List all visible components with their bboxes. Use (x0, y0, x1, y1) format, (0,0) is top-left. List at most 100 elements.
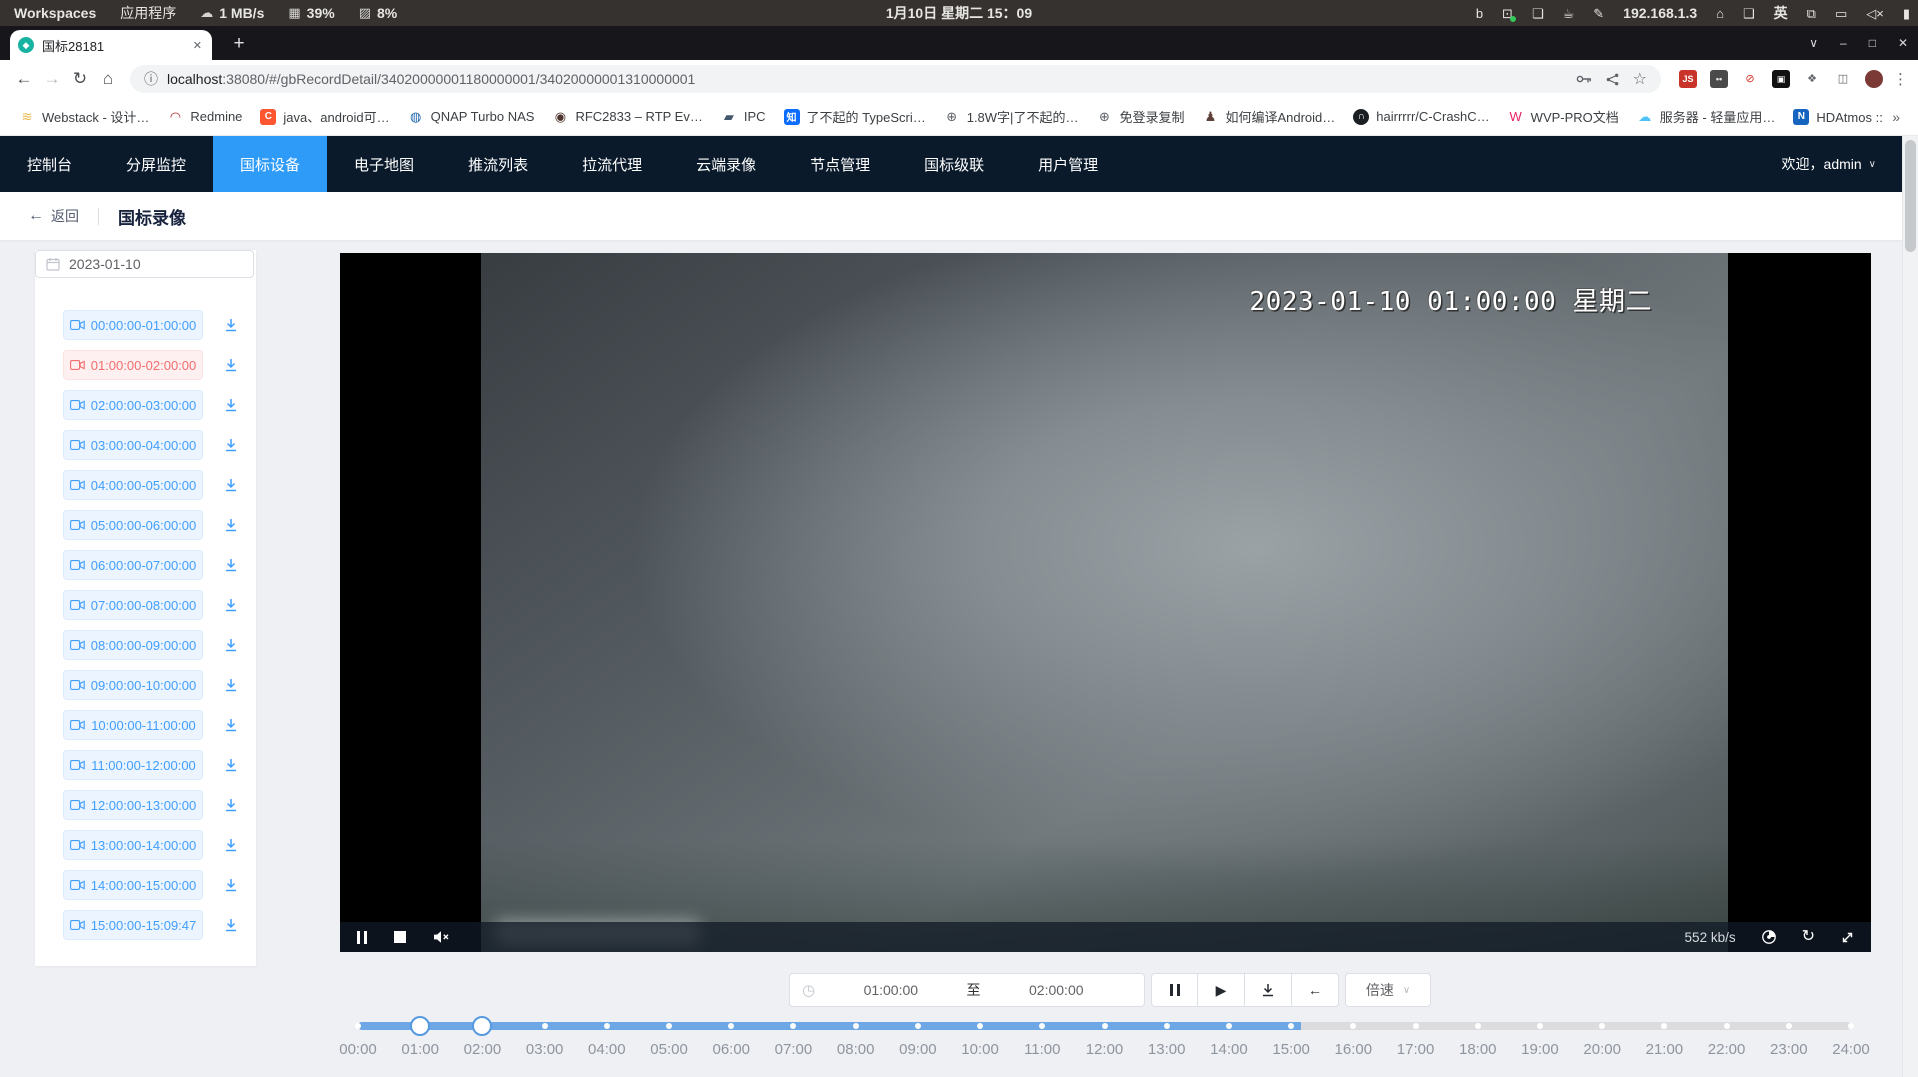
segment-download-button[interactable] (220, 794, 242, 816)
home-icon[interactable]: ⌂ (1716, 7, 1724, 20)
segment-download-button[interactable] (220, 594, 242, 616)
back-button[interactable]: ← (10, 69, 38, 89)
window-close-button[interactable]: ✕ (1898, 36, 1908, 50)
pause-button[interactable] (1151, 973, 1198, 1007)
bing-icon[interactable]: b (1476, 7, 1483, 20)
nav-item-7[interactable]: 云端录像 (669, 136, 783, 192)
bookmark-item[interactable]: ♟如何编译Android… (1193, 107, 1344, 126)
date-picker[interactable]: 2023-01-10 (35, 250, 254, 278)
segment-download-button[interactable] (220, 394, 242, 416)
segment-button[interactable]: 15:00:00-15:09:47 (63, 910, 203, 940)
mute-icon[interactable] (433, 930, 450, 944)
segment-button[interactable]: 05:00:00-06:00:00 (63, 510, 203, 540)
segment-button[interactable]: 13:00:00-14:00:00 (63, 830, 203, 860)
bookmark-item[interactable]: ≋Webstack - 设计… (10, 107, 158, 126)
segment-download-button[interactable] (220, 474, 242, 496)
language-indicator[interactable]: 英 (1774, 6, 1788, 20)
screenshot-tool-icon[interactable]: ⊡ (1502, 7, 1513, 20)
refresh-icon[interactable]: ↻ (1802, 929, 1815, 945)
adblock-extension-icon[interactable]: ⊘ (1741, 70, 1759, 88)
segment-download-button[interactable] (220, 514, 242, 536)
segment-download-button[interactable] (220, 554, 242, 576)
segment-button[interactable]: 01:00:00-02:00:00 (63, 350, 203, 380)
bookmark-item[interactable]: ∩hairrrrr/C-CrashC… (1344, 109, 1498, 125)
browser-menu-icon[interactable]: ⋮ (1893, 70, 1908, 88)
segment-download-button[interactable] (220, 714, 242, 736)
side-panel-icon[interactable]: ◫ (1834, 70, 1852, 88)
segment-button[interactable]: 11:00:00-12:00:00 (63, 750, 203, 780)
new-tab-button[interactable]: + (226, 31, 252, 57)
tab-close-icon[interactable]: ✕ (191, 37, 204, 54)
workspace-switcher-icon[interactable]: ❑ (1743, 7, 1755, 20)
segment-button[interactable]: 04:00:00-05:00:00 (63, 470, 203, 500)
site-info-icon[interactable]: ⓘ (144, 69, 158, 89)
segment-download-button[interactable] (220, 914, 242, 936)
segment-button[interactable]: 03:00:00-04:00:00 (63, 430, 203, 460)
forward-button[interactable]: → (38, 69, 66, 89)
time-range-input[interactable]: ◷ 01:00:00 至 02:00:00 (789, 973, 1145, 1007)
proxy-extension-icon[interactable]: •• (1710, 70, 1728, 88)
bookmark-item[interactable]: Cjava、android可… (251, 107, 398, 126)
pause-icon[interactable] (357, 931, 367, 944)
user-menu[interactable]: 欢迎，admin ∨ (1782, 136, 1902, 192)
dark-extension-icon[interactable]: ▣ (1772, 70, 1790, 88)
segment-download-button[interactable] (220, 754, 242, 776)
clipboard-manager-icon[interactable]: ❏ (1532, 7, 1544, 20)
segment-button[interactable]: 06:00:00-07:00:00 (63, 550, 203, 580)
bookmark-item[interactable]: ⊕免登录复制 (1087, 107, 1193, 126)
page-scrollbar[interactable] (1902, 136, 1918, 1077)
download-button[interactable] (1245, 973, 1292, 1007)
segment-button[interactable]: 14:00:00-15:00:00 (63, 870, 203, 900)
timeline-range-handle[interactable] (472, 1016, 492, 1036)
bookmark-item[interactable]: WWVP-PRO文档 (1499, 107, 1628, 126)
video-player[interactable]: 2023-01-10 01:00:00 星期二 552 kb/s ↻ (340, 253, 1871, 952)
segment-download-button[interactable] (220, 874, 242, 896)
timeline-slider[interactable]: 00:0001:0002:0003:0004:0005:0006:0007:00… (358, 1014, 1851, 1074)
timeline-range-handle[interactable] (410, 1016, 430, 1036)
profile-avatar[interactable] (1865, 70, 1883, 88)
segment-button[interactable]: 12:00:00-13:00:00 (63, 790, 203, 820)
display-icon[interactable]: ▭ (1835, 7, 1847, 20)
nav-item-6[interactable]: 拉流代理 (555, 136, 669, 192)
nav-item-4[interactable]: 电子地图 (327, 136, 441, 192)
ip-address[interactable]: 192.168.1.3 (1623, 6, 1697, 20)
workspaces-button[interactable]: Workspaces (14, 5, 96, 21)
bookmark-item[interactable]: 知了不起的 TypeScri… (775, 107, 935, 126)
play-button[interactable]: ▶ (1198, 973, 1245, 1007)
applications-menu[interactable]: 应用程序 (120, 3, 176, 23)
nav-item-2[interactable]: 分屏监控 (99, 136, 213, 192)
browser-tab[interactable]: ◆ 国标28181 ✕ (10, 30, 212, 60)
home-button[interactable]: ⌂ (94, 69, 122, 89)
password-key-icon[interactable] (1576, 74, 1592, 84)
speed-select[interactable]: 倍速 ∨ (1345, 973, 1431, 1007)
segment-download-button[interactable] (220, 834, 242, 856)
battery-icon[interactable]: ▮ (1903, 7, 1910, 20)
nav-item-8[interactable]: 节点管理 (783, 136, 897, 192)
segment-download-button[interactable] (220, 674, 242, 696)
window-maximize-button[interactable]: □ (1869, 36, 1876, 50)
bookmark-item[interactable]: ◠Redmine (158, 109, 251, 125)
clock[interactable]: 1月10日 星期二 15：09 (886, 3, 1032, 23)
segment-button[interactable]: 07:00:00-08:00:00 (63, 590, 203, 620)
segment-download-button[interactable] (220, 314, 242, 336)
js-extension-icon[interactable]: JS (1679, 70, 1697, 88)
stop-icon[interactable] (394, 931, 406, 943)
bookmark-star-icon[interactable]: ☆ (1633, 69, 1647, 89)
segment-button[interactable]: 09:00:00-10:00:00 (63, 670, 203, 700)
range-end-value[interactable]: 02:00:00 (981, 982, 1132, 998)
scrollbar-thumb[interactable] (1905, 140, 1916, 252)
nav-item-5[interactable]: 推流列表 (441, 136, 555, 192)
nav-item-10[interactable]: 用户管理 (1011, 136, 1125, 192)
segment-button[interactable]: 10:00:00-11:00:00 (63, 710, 203, 740)
nav-item-9[interactable]: 国标级联 (897, 136, 1011, 192)
extensions-puzzle-icon[interactable]: ❖ (1803, 70, 1821, 88)
segment-download-button[interactable] (220, 354, 242, 376)
nav-item-1[interactable]: 控制台 (0, 136, 99, 192)
volume-muted-icon[interactable]: ◁× (1866, 7, 1884, 20)
bookmark-item[interactable]: NHDAtmos :: 种子 *… (1784, 107, 1884, 126)
segment-button[interactable]: 02:00:00-03:00:00 (63, 390, 203, 420)
snapshot-aperture-icon[interactable] (1761, 929, 1777, 945)
address-bar[interactable]: ⓘ localhost:38080/#/gbRecordDetail/34020… (130, 65, 1661, 93)
bookmark-item[interactable]: ⊕1.8W字|了不起的… (935, 107, 1088, 126)
bookmarks-overflow-icon[interactable]: » (1884, 109, 1908, 125)
